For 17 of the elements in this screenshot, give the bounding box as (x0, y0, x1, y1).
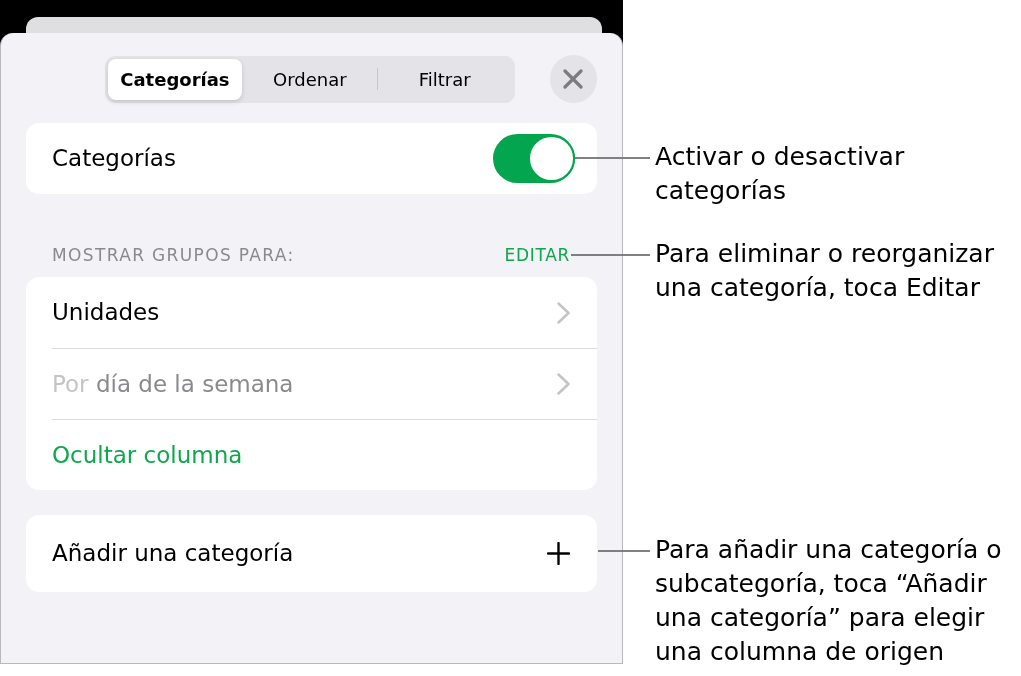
group-row[interactable]: Unidades (26, 277, 597, 348)
leader-line (598, 550, 650, 552)
close-button[interactable] (549, 55, 597, 103)
tab[interactable]: Filtrar (377, 58, 512, 100)
section-header: MOSTRAR GRUPOS PARA: (52, 245, 295, 265)
callout-text: Para eliminar o reorganizar una categoría, toca Editar (655, 238, 995, 304)
toggle-label: Categorías (52, 144, 176, 174)
close-icon (563, 69, 584, 89)
chevron-right-icon (557, 301, 570, 324)
plus-icon (547, 542, 570, 565)
tab[interactable]: Ordenar (242, 58, 377, 100)
tab[interactable]: Categorías (108, 58, 242, 100)
add-category-row[interactable]: Añadir una categoría (26, 515, 597, 592)
toggle-switch[interactable] (493, 134, 575, 183)
chevron-right-icon (557, 373, 570, 395)
callout-text: Activar o desactivar categorías (655, 141, 906, 207)
callout-text: Para añadir una categoría o subcategoría, toca “Añadir una categoría” para elegir una columna de origen (655, 534, 1003, 668)
